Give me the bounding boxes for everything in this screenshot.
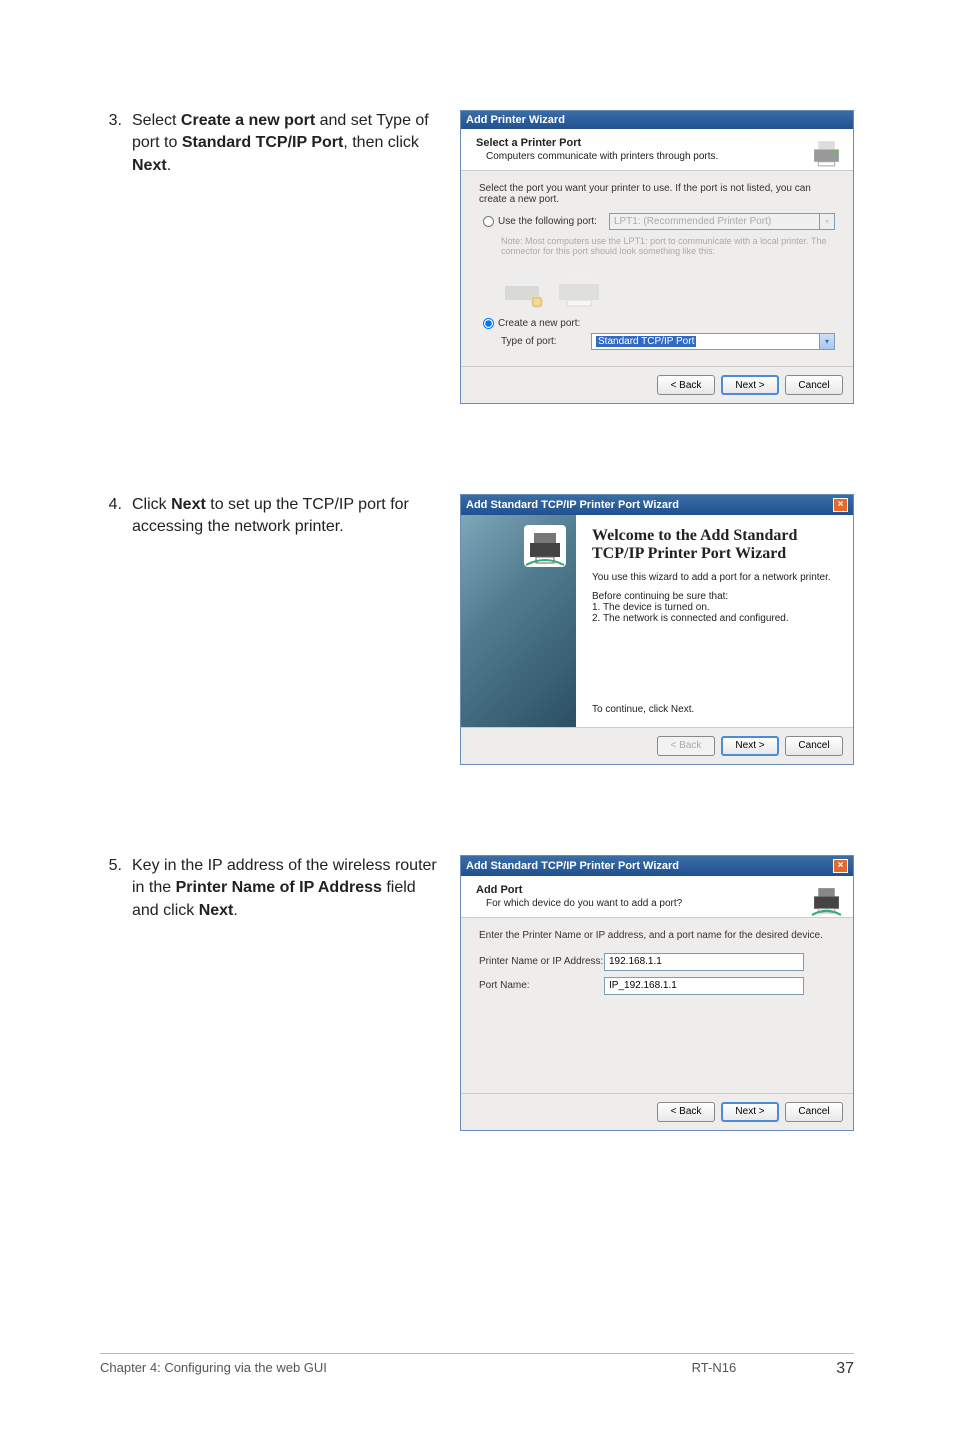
continue-text: To continue, click Next.: [592, 704, 837, 715]
dialog-header-title: Add Port: [476, 884, 798, 896]
note-text: Note: Most computers use the LPT1: port …: [501, 236, 835, 256]
list-number: 5.: [100, 855, 122, 1131]
dialog-title: Add Standard TCP/IP Printer Port Wizard: [466, 499, 679, 511]
dialog-header: Select a Printer Port Computers communic…: [461, 129, 853, 171]
step-5-instruction: 5. Key in the IP address of the wireless…: [100, 855, 440, 1131]
back-button: < Back: [657, 736, 715, 756]
chevron-down-icon: ▾: [819, 214, 834, 229]
port-select-disabled: LPT1: (Recommended Printer Port) ▾: [609, 213, 835, 230]
port-name-input[interactable]: [604, 977, 804, 995]
list-number: 4.: [100, 494, 122, 765]
close-icon[interactable]: ×: [833, 859, 848, 873]
page-footer: Chapter 4: Configuring via the web GUI R…: [100, 1353, 854, 1378]
intro-text: Enter the Printer Name or IP address, an…: [479, 930, 835, 941]
bold: Next: [171, 496, 206, 513]
back-button[interactable]: < Back: [657, 375, 715, 395]
step-3-instruction: 3. Select Create a new port and set Type…: [100, 110, 440, 404]
next-button[interactable]: Next >: [721, 375, 779, 395]
bold: Next: [132, 157, 167, 174]
tcpip-port-wizard-addport-dialog: Add Standard TCP/IP Printer Port Wizard …: [460, 855, 854, 1131]
type-of-port-label: Type of port:: [501, 336, 591, 347]
printer-address-label: Printer Name or IP Address:: [479, 956, 604, 967]
port-select-value: LPT1: (Recommended Printer Port): [614, 216, 771, 227]
instruction-text: Select Create a new port and set Type of…: [132, 110, 440, 404]
footer-page-number: 37: [836, 1360, 854, 1378]
before-header: Before continuing be sure that:: [592, 591, 837, 602]
welcome-body: Welcome to the Add Standard TCP/IP Print…: [461, 515, 853, 727]
plain: Select: [132, 112, 181, 129]
footer-model: RT-N16: [692, 1360, 737, 1378]
next-button[interactable]: Next >: [721, 736, 779, 756]
dialog-title: Add Standard TCP/IP Printer Port Wizard: [466, 860, 679, 872]
dialog-header-subtitle: For which device do you want to add a po…: [476, 898, 798, 909]
port-name-label: Port Name:: [479, 980, 604, 991]
step-4-instruction: 4. Click Next to set up the TCP/IP port …: [100, 494, 440, 765]
bold: Next: [199, 902, 234, 919]
dialog-content: Select the port you want your printer to…: [461, 171, 853, 366]
instruction-text: Key in the IP address of the wireless ro…: [132, 855, 440, 1131]
welcome-line1: You use this wizard to add a port for a …: [592, 572, 837, 583]
plain: .: [233, 902, 237, 919]
dialog-title: Add Printer Wizard: [466, 114, 565, 126]
printer-address-input[interactable]: [604, 953, 804, 971]
instruction-text: Click Next to set up the TCP/IP port for…: [132, 494, 440, 765]
close-icon[interactable]: ×: [833, 498, 848, 512]
network-printer-icon: [524, 525, 566, 567]
dialog-footer: < Back Next > Cancel: [461, 727, 853, 764]
plain: , then click: [343, 134, 419, 151]
plain: Click: [132, 496, 171, 513]
create-new-port-radio[interactable]: [483, 318, 494, 329]
welcome-content: Welcome to the Add Standard TCP/IP Print…: [576, 515, 853, 727]
tcpip-port-wizard-welcome-dialog: Add Standard TCP/IP Printer Port Wizard …: [460, 494, 854, 765]
create-new-port-label: Create a new port:: [498, 318, 580, 329]
dialog-header-title: Select a Printer Port: [476, 137, 798, 149]
use-following-port-radio[interactable]: [483, 216, 494, 227]
dialog-titlebar: Add Standard TCP/IP Printer Port Wizard …: [461, 495, 853, 515]
before-item-2: 2. The network is connected and configur…: [592, 613, 837, 624]
dialog-footer: < Back Next > Cancel: [461, 366, 853, 403]
bold: Create a new port: [181, 112, 315, 129]
chevron-down-icon: ▾: [819, 334, 834, 349]
back-button[interactable]: < Back: [657, 1102, 715, 1122]
dialog-titlebar: Add Printer Wizard: [461, 111, 853, 129]
dialog-titlebar: Add Standard TCP/IP Printer Port Wizard …: [461, 856, 853, 876]
cancel-button[interactable]: Cancel: [785, 375, 843, 395]
printer-connector-images: [499, 266, 835, 308]
footer-chapter: Chapter 4: Configuring via the web GUI: [100, 1360, 327, 1378]
printer-icon: [810, 137, 843, 170]
plain: .: [167, 157, 171, 174]
intro-text: Select the port you want your printer to…: [479, 183, 835, 205]
cancel-button[interactable]: Cancel: [785, 736, 843, 756]
next-button[interactable]: Next >: [721, 1102, 779, 1122]
add-printer-wizard-dialog: Add Printer Wizard Select a Printer Port…: [460, 110, 854, 404]
network-printer-icon: [810, 884, 843, 917]
cancel-button[interactable]: Cancel: [785, 1102, 843, 1122]
dialog-header: Add Port For which device do you want to…: [461, 876, 853, 918]
welcome-title: Welcome to the Add Standard TCP/IP Print…: [592, 527, 837, 564]
dialog-footer: < Back Next > Cancel: [461, 1093, 853, 1130]
welcome-sidebar: [461, 515, 576, 727]
type-of-port-select[interactable]: Standard TCP/IP Port ▾: [591, 333, 835, 350]
list-number: 3.: [100, 110, 122, 404]
dialog-header-subtitle: Computers communicate with printers thro…: [476, 151, 798, 162]
use-following-port-label: Use the following port:: [498, 216, 597, 227]
bold: Printer Name of IP Address: [176, 879, 382, 896]
bold: Standard TCP/IP Port: [182, 134, 344, 151]
dialog-content: Enter the Printer Name or IP address, an…: [461, 918, 853, 1093]
type-of-port-value: Standard TCP/IP Port: [596, 336, 696, 347]
before-item-1: 1. The device is turned on.: [592, 602, 837, 613]
